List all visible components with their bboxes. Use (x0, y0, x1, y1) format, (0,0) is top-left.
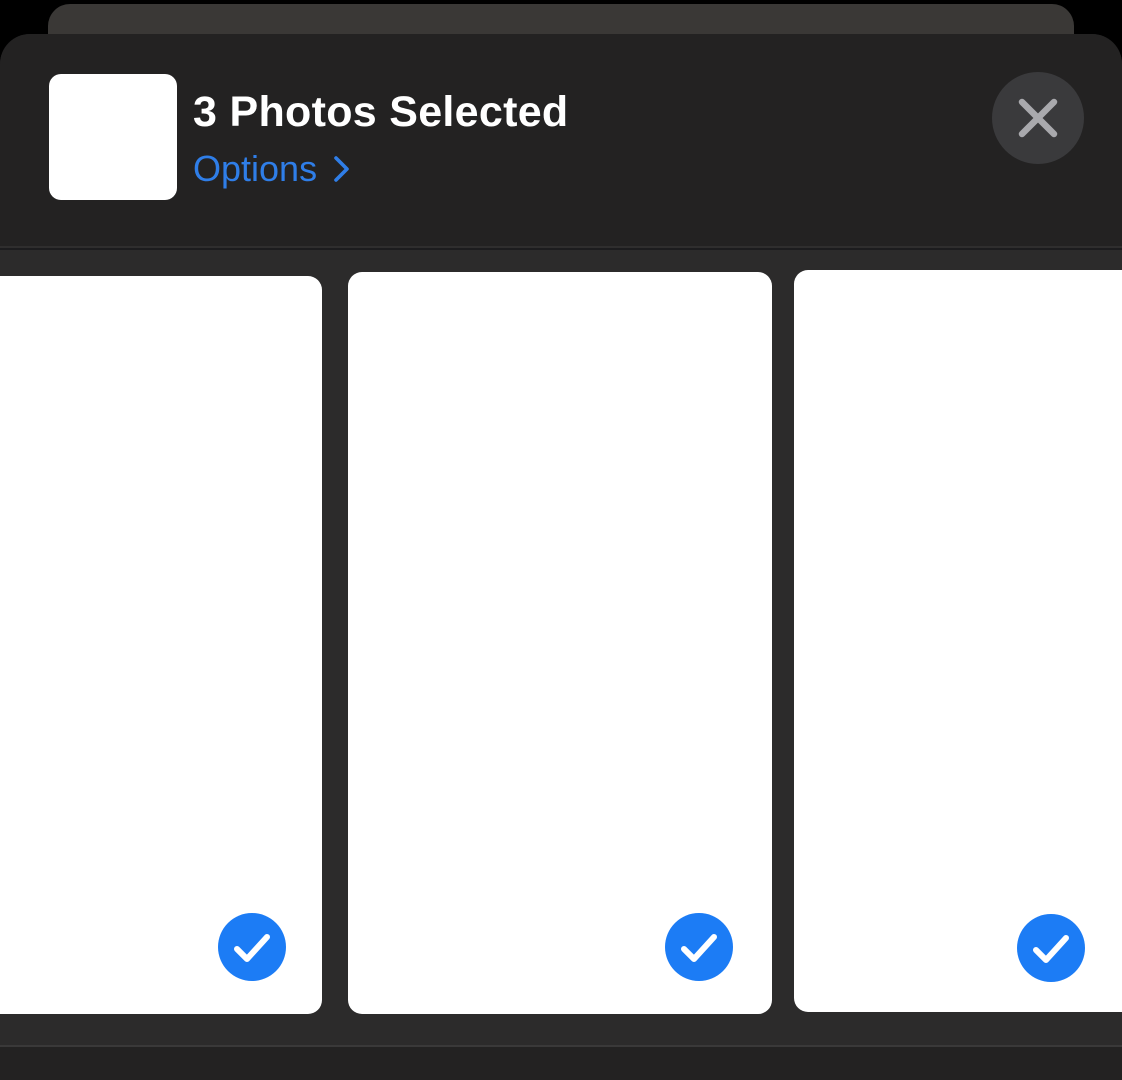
selected-photo-3[interactable] (794, 270, 1122, 1012)
selected-photo-1[interactable] (0, 276, 322, 1014)
selected-photo-2[interactable] (348, 272, 772, 1014)
selection-check-3[interactable] (1017, 914, 1085, 982)
options-button[interactable]: Options (193, 146, 353, 192)
options-label: Options (193, 148, 318, 189)
bottom-panel (0, 1047, 1122, 1080)
share-sheet-header: 3 Photos Selected Options (0, 34, 1122, 248)
selection-title: 3 Photos Selected (193, 88, 569, 136)
chevron-right-icon (334, 156, 349, 182)
checkmark-circle-icon (234, 934, 270, 962)
checkmark-circle-icon (681, 934, 717, 962)
close-button[interactable] (992, 72, 1084, 164)
selection-check-1[interactable] (218, 913, 286, 981)
close-icon (1018, 98, 1058, 138)
selection-check-2[interactable] (665, 913, 733, 981)
selection-thumbnail (49, 74, 177, 200)
checkmark-circle-icon (1033, 935, 1069, 963)
share-sheet-screen: 3 Photos Selected Options (0, 0, 1122, 1080)
